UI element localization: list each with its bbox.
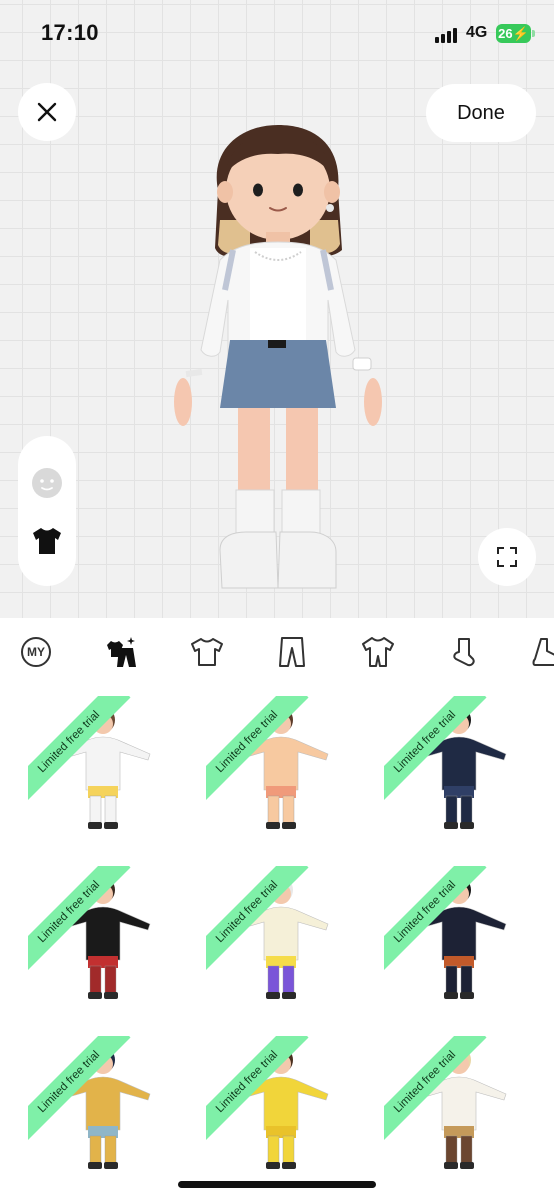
face-icon: [32, 468, 62, 498]
network-label: 4G: [466, 24, 488, 41]
my-icon: MY: [21, 637, 51, 667]
ribbon-container: Limited free trial: [384, 866, 504, 986]
limited-trial-ribbon: Limited free trial: [206, 696, 309, 804]
tab-bottoms[interactable]: [272, 632, 312, 672]
outfit-item[interactable]: Limited free trial: [196, 1028, 366, 1188]
ribbon-container: Limited free trial: [206, 696, 326, 816]
limited-trial-ribbon: Limited free trial: [28, 696, 131, 804]
outfit-item[interactable]: Limited free trial: [374, 688, 544, 848]
ribbon-container: Limited free trial: [384, 1036, 504, 1156]
limited-trial-ribbon: Limited free trial: [384, 696, 487, 804]
avatar-editor-screen: 17:10 4G 26 ⚡ Done MY Limited free trial…: [0, 0, 554, 1200]
status-time: 17:10: [41, 20, 99, 45]
pants-icon: [279, 637, 305, 667]
ribbon-container: Limited free trial: [384, 696, 504, 816]
outfit-icon: [107, 637, 136, 667]
limited-trial-ribbon: Limited free trial: [28, 1036, 131, 1144]
outfit-item[interactable]: Limited free trial: [374, 1028, 544, 1188]
home-indicator: [178, 1181, 376, 1188]
ribbon-container: Limited free trial: [206, 866, 326, 986]
sock-icon: [453, 638, 475, 667]
outfit-item[interactable]: Limited free trial: [18, 1028, 188, 1188]
battery-level: 26: [498, 26, 513, 41]
jumpsuit-icon: [362, 637, 394, 667]
tab-suits[interactable]: [358, 632, 398, 672]
shirt-icon: [33, 528, 61, 554]
ribbon-container: Limited free trial: [206, 1036, 326, 1156]
outfit-grid: Limited free trial Limited free trial Limi…: [0, 688, 554, 1200]
close-button[interactable]: [18, 83, 76, 141]
status-bar: 17:10 4G 26 ⚡: [0, 0, 554, 68]
outfit-item[interactable]: Limited free trial: [196, 858, 366, 1018]
expand-icon: [497, 547, 517, 567]
limited-trial-ribbon: Limited free trial: [384, 1036, 487, 1144]
ribbon-container: Limited free trial: [28, 696, 148, 816]
tab-socks[interactable]: [443, 632, 483, 672]
close-icon: [37, 102, 57, 122]
outfit-item[interactable]: Limited free trial: [18, 858, 188, 1018]
avatar-figure[interactable]: [160, 120, 395, 600]
ribbon-container: Limited free trial: [28, 866, 148, 986]
limited-trial-ribbon: Limited free trial: [384, 866, 487, 974]
face-tab[interactable]: [18, 454, 76, 512]
ribbon-container: Limited free trial: [28, 1036, 148, 1156]
limited-trial-ribbon: Limited free trial: [206, 866, 309, 974]
category-tabs: MY: [0, 618, 554, 688]
tab-shoes[interactable]: [528, 632, 554, 672]
tab-my[interactable]: MY: [16, 632, 56, 672]
done-button[interactable]: Done: [426, 84, 536, 142]
side-toolbar: [18, 436, 76, 586]
battery-icon: 26 ⚡: [496, 24, 531, 43]
tab-tops[interactable]: [187, 632, 227, 672]
avatar-preview[interactable]: 17:10 4G 26 ⚡ Done: [0, 0, 554, 618]
outfit-item[interactable]: Limited free trial: [18, 688, 188, 848]
tshirt-icon: [191, 638, 223, 666]
clothing-tab[interactable]: [18, 512, 76, 570]
limited-trial-ribbon: Limited free trial: [206, 1036, 309, 1144]
limited-trial-ribbon: Limited free trial: [28, 866, 131, 974]
battery-cap: [532, 30, 535, 37]
signal-icon: [435, 27, 457, 43]
outfit-item[interactable]: Limited free trial: [196, 688, 366, 848]
shoe-icon: [532, 638, 554, 666]
fullscreen-button[interactable]: [478, 528, 536, 586]
tab-outfits[interactable]: [102, 632, 142, 672]
outfit-item[interactable]: Limited free trial: [374, 858, 544, 1018]
